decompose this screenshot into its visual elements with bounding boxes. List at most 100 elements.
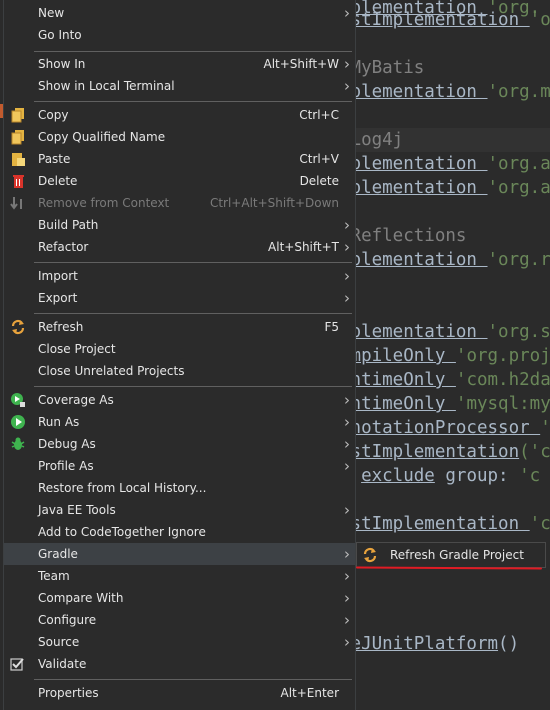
menu-item-label: Profile As bbox=[38, 459, 94, 473]
chevron-right-icon: › bbox=[344, 501, 350, 519]
menu-item-team[interactable]: Team › bbox=[4, 565, 355, 587]
code-token: 'org.a bbox=[487, 178, 550, 198]
code-token: 'org.s bbox=[487, 322, 550, 342]
code-token: group: bbox=[434, 466, 520, 486]
menu-item-label: Remove from Context bbox=[38, 196, 170, 210]
code-token: 'com.h2da bbox=[455, 370, 550, 390]
chevron-right-icon: › bbox=[344, 633, 350, 651]
menu-item-delete[interactable]: Delete Delete bbox=[4, 170, 355, 192]
code-line: nplementation 'org.m bbox=[340, 80, 550, 104]
paste-icon bbox=[10, 151, 26, 167]
menu-item-gradle[interactable]: Gradle › bbox=[4, 543, 355, 565]
code-line: estImplementation 'c bbox=[340, 512, 550, 536]
coverage-icon bbox=[10, 392, 26, 408]
menu-item-go-into[interactable]: Go Into bbox=[4, 24, 355, 46]
menu-item-shortcut: F5 bbox=[324, 320, 339, 334]
menu-separator bbox=[34, 679, 352, 680]
code-line: nplementation 'org.a bbox=[340, 176, 550, 200]
menu-item-label: Add to CodeTogether Ignore bbox=[38, 525, 206, 539]
menu-item-show-in-local-terminal[interactable]: Show in Local Terminal › bbox=[4, 75, 355, 97]
menu-item-refactor[interactable]: Refactor Alt+Shift+T › bbox=[4, 236, 355, 258]
code-token: seJUnitPlatform bbox=[340, 634, 499, 654]
menu-item-label: Debug As bbox=[38, 437, 96, 451]
menu-separator bbox=[34, 386, 352, 387]
menu-item-label: Team bbox=[38, 569, 70, 583]
menu-item-restore-from-local-history[interactable]: Restore from Local History... bbox=[4, 477, 355, 499]
menu-item-label: Configure bbox=[38, 613, 97, 627]
code-token: untimeOnly bbox=[340, 394, 456, 414]
menu-item-coverage-as[interactable]: Coverage As › bbox=[4, 389, 355, 411]
menu-item-label: Copy bbox=[38, 108, 69, 122]
code-token: nnotationProcessor bbox=[340, 418, 541, 438]
menu-item-new[interactable]: New › bbox=[4, 2, 355, 24]
menu-item-configure[interactable]: Configure › bbox=[4, 609, 355, 631]
code-token: untimeOnly bbox=[340, 370, 456, 390]
menu-item-java-ee-tools[interactable]: Java EE Tools › bbox=[4, 499, 355, 521]
menu-item-source[interactable]: Source › bbox=[4, 631, 355, 653]
validate-icon bbox=[10, 656, 26, 672]
chevron-right-icon: › bbox=[344, 545, 350, 563]
menu-item-import[interactable]: Import › bbox=[4, 265, 355, 287]
menu-separator bbox=[34, 262, 352, 263]
chevron-right-icon: › bbox=[344, 391, 350, 409]
menu-item-shortcut: Ctrl+V bbox=[299, 152, 339, 166]
menu-item-properties[interactable]: Properties Alt+Enter bbox=[4, 682, 355, 704]
code-token: nplementation bbox=[340, 154, 488, 174]
refresh-icon bbox=[10, 319, 26, 335]
menu-item-label: Go Into bbox=[38, 28, 82, 42]
refresh-gradle-icon bbox=[362, 547, 378, 563]
code-token: ' bbox=[540, 418, 550, 438]
code-line: ompileOnly 'org.proj bbox=[340, 344, 550, 368]
chevron-right-icon: › bbox=[344, 4, 350, 22]
menu-item-label: Close Unrelated Projects bbox=[38, 364, 185, 378]
code-token: 'c bbox=[529, 514, 550, 534]
code-token: nplementation bbox=[340, 250, 488, 270]
menu-item-add-to-codetogether-ignore[interactable]: Add to CodeTogether Ignore bbox=[4, 521, 355, 543]
code-line: seJUnitPlatform() bbox=[340, 632, 519, 656]
menu-item-shortcut: Delete bbox=[299, 174, 339, 188]
menu-item-label: New bbox=[38, 6, 65, 20]
menu-item-close-project[interactable]: Close Project bbox=[4, 338, 355, 360]
menu-item-paste[interactable]: Paste Ctrl+V bbox=[4, 148, 355, 170]
chevron-right-icon: › bbox=[344, 77, 350, 95]
menu-item-debug-as[interactable]: Debug As › bbox=[4, 433, 355, 455]
menu-item-shortcut: Alt+Shift+W bbox=[263, 57, 340, 71]
menu-separator bbox=[34, 313, 352, 314]
menu-item-label: Coverage As bbox=[38, 393, 114, 407]
code-line: /Reflections bbox=[340, 224, 466, 248]
menu-item-export[interactable]: Export › bbox=[4, 287, 355, 309]
menu-item-validate[interactable]: Validate bbox=[4, 653, 355, 675]
code-token: 'org.r bbox=[487, 250, 550, 270]
refresh-gradle-project-label: Refresh Gradle Project bbox=[390, 548, 524, 562]
menu-item-remove-from-context: Remove from Context Ctrl+Alt+Shift+Down bbox=[4, 192, 355, 214]
menu-item-close-unrelated-projects[interactable]: Close Unrelated Projects bbox=[4, 360, 355, 382]
refresh-gradle-project-item[interactable]: Refresh Gradle Project bbox=[357, 543, 545, 567]
chevron-right-icon: › bbox=[344, 267, 350, 285]
menu-item-show-in[interactable]: Show In Alt+Shift+W › bbox=[4, 53, 355, 75]
chevron-right-icon: › bbox=[344, 216, 350, 234]
menu-item-copy-qualified-name[interactable]: Copy Qualified Name bbox=[4, 126, 355, 148]
code-line: exclude group: 'c bbox=[340, 464, 540, 488]
menu-item-refresh[interactable]: Refresh F5 bbox=[4, 316, 355, 338]
menu-item-label: Build Path bbox=[38, 218, 99, 232]
run-icon bbox=[10, 414, 26, 430]
menu-item-run-as[interactable]: Run As › bbox=[4, 411, 355, 433]
menu-item-shortcut: Alt+Shift+T bbox=[268, 240, 339, 254]
menu-item-profile-as[interactable]: Profile As › bbox=[4, 455, 355, 477]
menu-item-compare-with[interactable]: Compare With › bbox=[4, 587, 355, 609]
copy-qualified-icon bbox=[10, 129, 26, 145]
chevron-right-icon: › bbox=[344, 589, 350, 607]
chevron-right-icon: › bbox=[344, 413, 350, 431]
menu-item-shortcut: Ctrl+Alt+Shift+Down bbox=[209, 196, 339, 210]
chevron-right-icon: › bbox=[344, 289, 350, 307]
gradle-submenu: Refresh Gradle Project bbox=[356, 542, 546, 568]
code-token: estImplementation bbox=[340, 442, 520, 462]
chevron-right-icon: › bbox=[344, 55, 350, 73]
code-line: estImplementation('c bbox=[340, 440, 550, 464]
menu-item-build-path[interactable]: Build Path › bbox=[4, 214, 355, 236]
menu-item-label: Compare With bbox=[38, 591, 124, 605]
context-menu: New › Go Into Show In Alt+Shift+W › Show in Lo… bbox=[3, 0, 356, 710]
menu-item-copy[interactable]: Copy Ctrl+C bbox=[4, 104, 355, 126]
menu-item-label: Show in Local Terminal bbox=[38, 79, 175, 93]
code-token: 'mysql:my bbox=[455, 394, 550, 414]
